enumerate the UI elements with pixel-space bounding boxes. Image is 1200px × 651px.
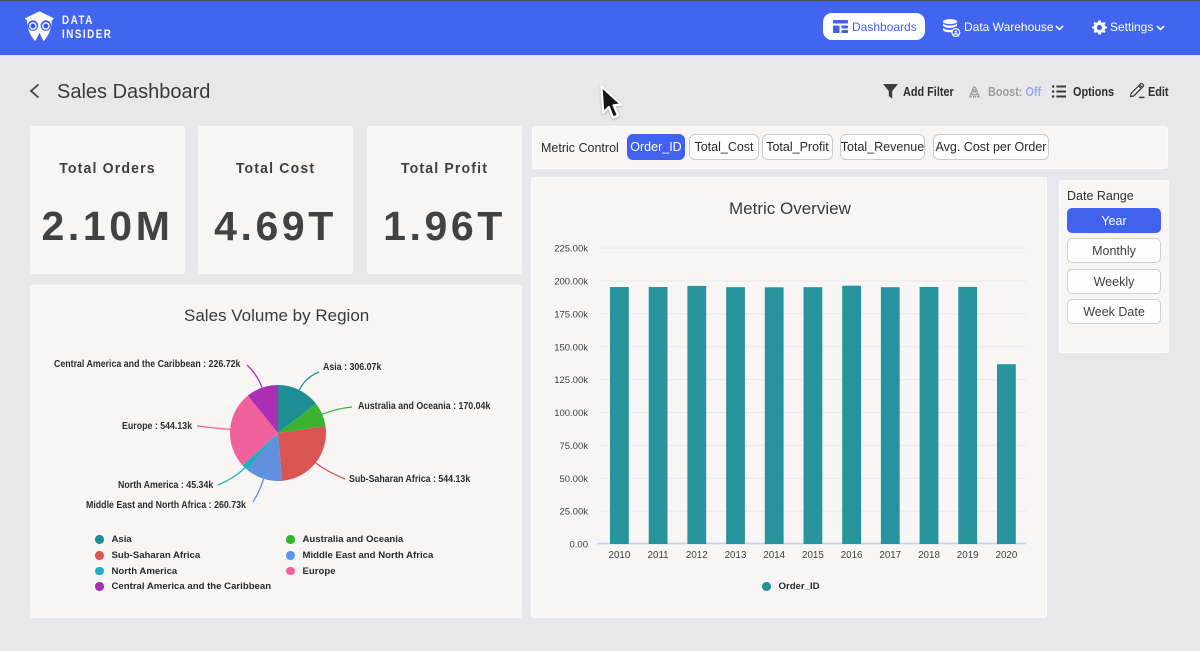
svg-text:2012: 2012 xyxy=(686,550,708,561)
svg-text:2014: 2014 xyxy=(763,550,785,561)
svg-text:200.00k: 200.00k xyxy=(554,277,588,288)
svg-text:2015: 2015 xyxy=(802,550,824,561)
svg-text:100.00k: 100.00k xyxy=(554,408,588,419)
svg-text:2018: 2018 xyxy=(918,550,940,561)
svg-text:2017: 2017 xyxy=(879,550,901,561)
svg-text:25.00k: 25.00k xyxy=(559,507,588,518)
svg-text:75.00k: 75.00k xyxy=(559,441,588,452)
svg-text:2013: 2013 xyxy=(725,550,747,561)
svg-text:2010: 2010 xyxy=(609,550,631,561)
svg-text:2016: 2016 xyxy=(841,550,863,561)
svg-text:0.00: 0.00 xyxy=(570,540,589,551)
svg-text:2011: 2011 xyxy=(648,550,669,561)
svg-text:150.00k: 150.00k xyxy=(554,342,588,353)
svg-text:175.00k: 175.00k xyxy=(554,309,588,320)
svg-text:2019: 2019 xyxy=(957,550,979,561)
svg-text:225.00k: 225.00k xyxy=(554,244,588,255)
svg-text:125.00k: 125.00k xyxy=(554,375,588,386)
svg-text:50.00k: 50.00k xyxy=(559,474,588,485)
svg-text:2020: 2020 xyxy=(996,550,1018,561)
